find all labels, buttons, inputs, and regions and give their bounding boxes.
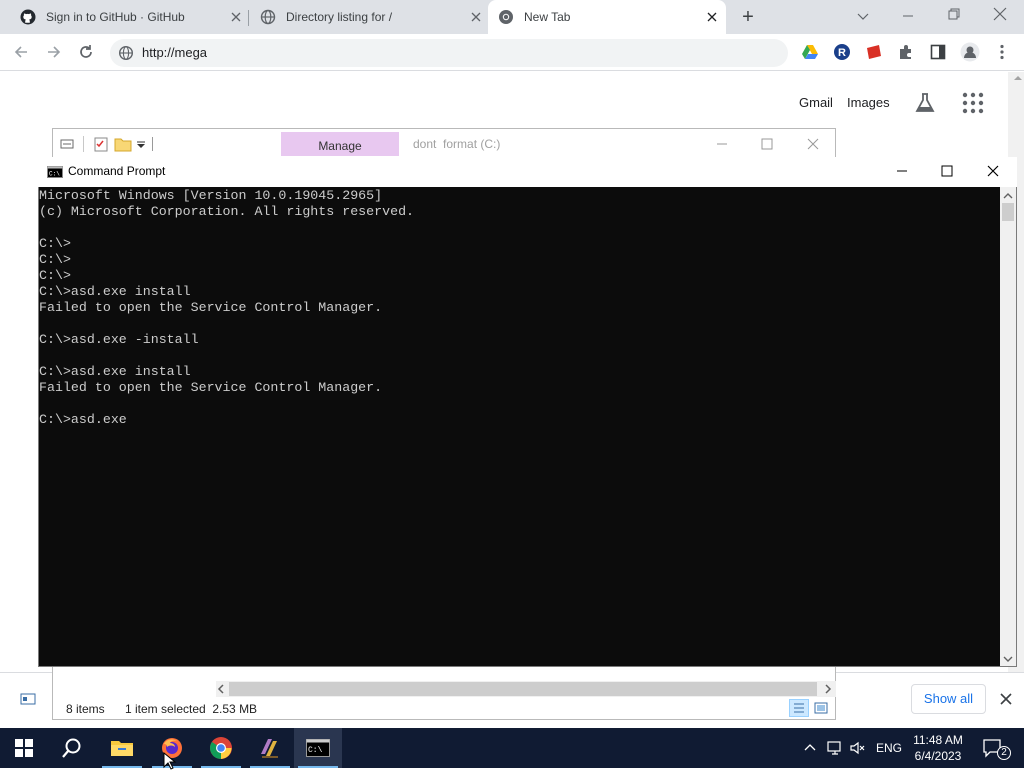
status-item-count: 8 items <box>66 702 105 716</box>
github-icon <box>20 9 36 25</box>
clock-time: 11:48 AM <box>913 733 963 747</box>
tab-github[interactable]: Sign in to GitHub · GitHub <box>12 0 244 34</box>
gmail-link[interactable]: Gmail <box>799 95 833 110</box>
cmd-scroll-thumb[interactable] <box>1002 203 1014 221</box>
status-selection: 1 item selected 2.53 MB <box>125 702 258 716</box>
scroll-right-arrow-icon[interactable] <box>823 684 833 694</box>
volume-muted-icon[interactable] <box>849 740 867 756</box>
browser-close-icon[interactable] <box>992 6 1008 22</box>
cmd-maximize-icon[interactable] <box>939 163 955 179</box>
side-panel-icon[interactable] <box>929 43 947 61</box>
tab-close-icon[interactable] <box>704 9 720 25</box>
tab-search-chevron-icon[interactable] <box>855 8 871 24</box>
cmd-vertical-scrollbar[interactable] <box>1000 187 1016 666</box>
network-icon[interactable] <box>826 740 844 756</box>
language-indicator[interactable]: ENG <box>876 741 902 755</box>
tab-title: Directory listing for / <box>286 10 393 24</box>
extensions-puzzle-icon[interactable] <box>897 43 915 61</box>
url-text[interactable]: http://mega <box>142 45 207 60</box>
svg-text:C:\: C:\ <box>308 746 323 755</box>
cmd-window-title: Command Prompt <box>68 164 166 178</box>
tab-close-icon[interactable] <box>228 9 244 25</box>
details-view-icon[interactable] <box>789 699 809 717</box>
download-bar-close-icon[interactable] <box>998 691 1014 707</box>
explorer-system-icon <box>59 136 75 152</box>
search-button[interactable] <box>48 728 96 768</box>
page-scroll-up-icon[interactable] <box>1014 74 1022 82</box>
cmd-close-icon[interactable] <box>985 163 1001 179</box>
svg-text:C:\: C:\ <box>49 171 60 178</box>
tab-title: New Tab <box>524 10 571 24</box>
tab-new-tab[interactable]: New Tab <box>488 0 726 34</box>
explorer-window-title: dont format (C:) <box>413 137 501 151</box>
profile-icon[interactable] <box>960 42 980 62</box>
explorer-minimize-icon[interactable] <box>714 136 730 152</box>
site-info-globe-icon[interactable] <box>118 45 134 61</box>
cmd-console-output: Microsoft Windows [Version 10.0.19045.29… <box>39 188 415 427</box>
taskbar-file-explorer[interactable] <box>98 728 146 768</box>
r-extension-icon[interactable]: R <box>833 43 851 61</box>
explorer-close-icon[interactable] <box>805 136 821 152</box>
properties-checklist-icon[interactable] <box>93 136 109 152</box>
chrome-icon <box>498 9 514 25</box>
chrome-icon <box>209 736 233 760</box>
reload-icon[interactable] <box>77 43 95 61</box>
cmd-minimize-icon[interactable] <box>894 163 910 179</box>
large-icons-view-icon[interactable] <box>813 700 829 716</box>
browser-restore-icon[interactable] <box>946 6 962 22</box>
labs-flask-icon[interactable] <box>913 91 937 115</box>
address-bar[interactable] <box>110 39 788 67</box>
tab-separator <box>248 10 249 26</box>
explorer-scroll-thumb[interactable] <box>229 682 817 696</box>
archive-books-icon <box>258 736 282 760</box>
cmd-app-icon: C:\ <box>306 739 330 757</box>
tab-close-icon[interactable] <box>468 9 484 25</box>
notification-count-badge: 2 <box>997 746 1011 760</box>
taskbar-chrome[interactable] <box>197 728 245 768</box>
qat-dropdown-chevron-icon[interactable] <box>136 140 146 150</box>
menu-kebab-icon[interactable] <box>993 43 1011 61</box>
windows-logo-icon <box>15 739 33 757</box>
clock[interactable]: 11:48 AM 6/4/2023 <box>906 732 970 764</box>
images-link[interactable]: Images <box>847 95 890 110</box>
tab-directory-listing[interactable]: Directory listing for / <box>252 0 484 34</box>
browser-minimize-icon[interactable] <box>900 8 916 24</box>
scroll-left-arrow-icon[interactable] <box>216 684 226 694</box>
search-icon <box>61 737 83 759</box>
mouse-cursor-icon <box>163 752 177 770</box>
download-file-icon[interactable] <box>20 691 36 707</box>
globe-icon <box>260 9 276 25</box>
forward-arrow-icon[interactable] <box>45 43 63 61</box>
svg-text:R: R <box>838 47 846 59</box>
command-prompt-titlebar[interactable] <box>38 157 1017 187</box>
taskbar-command-prompt[interactable]: C:\ <box>294 728 342 768</box>
cmd-scroll-down-icon[interactable] <box>1003 654 1013 664</box>
back-arrow-icon[interactable] <box>12 43 30 61</box>
red-extension-icon[interactable] <box>865 43 883 61</box>
new-folder-icon[interactable] <box>114 135 132 153</box>
new-tab-button[interactable]: + <box>738 7 758 27</box>
cmd-scroll-up-icon[interactable] <box>1003 191 1013 201</box>
folder-icon <box>110 738 134 758</box>
cmd-app-icon: C:\ <box>47 164 63 180</box>
manage-tab-label: Manage <box>318 139 362 153</box>
explorer-maximize-icon[interactable] <box>759 136 775 152</box>
google-drive-icon[interactable] <box>801 43 819 61</box>
tray-overflow-chevron-icon[interactable] <box>804 742 816 754</box>
show-all-button[interactable]: Show all <box>911 684 986 714</box>
taskbar-archive-app[interactable] <box>246 728 294 768</box>
qat-end-separator <box>152 137 153 151</box>
start-button[interactable] <box>0 728 48 768</box>
tab-title: Sign in to GitHub · GitHub <box>46 10 185 24</box>
qat-separator <box>83 136 84 152</box>
clock-date: 6/4/2023 <box>914 749 962 763</box>
google-apps-grid-icon[interactable] <box>962 92 984 114</box>
